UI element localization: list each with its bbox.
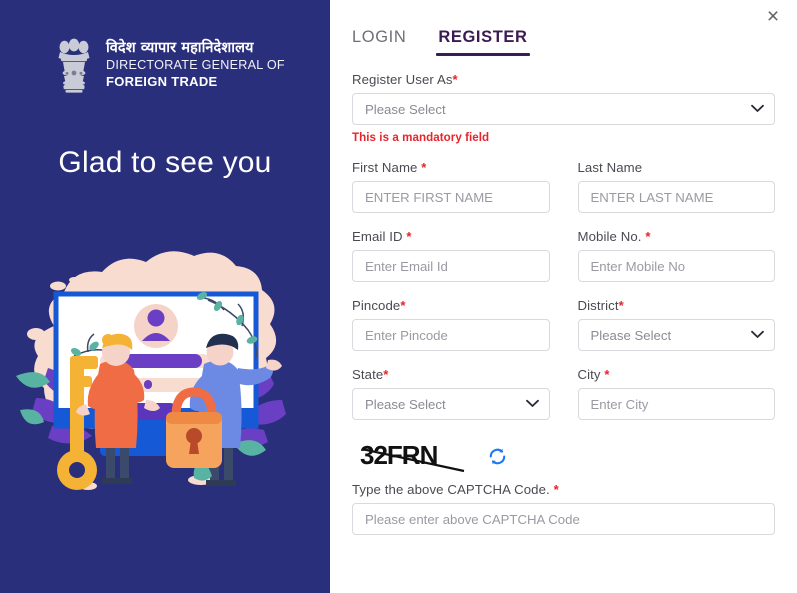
- login-security-illustration: [0, 248, 330, 498]
- tab-register[interactable]: REGISTER: [436, 28, 530, 56]
- register-user-as-label-text: Register User As: [352, 72, 453, 87]
- email-label-text: Email ID: [352, 229, 403, 244]
- branding-panel: विदेश व्यापार महानिदेशालय DIRECTORATE GE…: [0, 0, 330, 593]
- state-label-text: State: [352, 367, 384, 382]
- mobile-label: Mobile No. *: [578, 229, 776, 244]
- pincode-district-row: Pincode* District* Please Select: [352, 298, 775, 351]
- mobile-label-text: Mobile No.: [577, 229, 642, 244]
- district-select[interactable]: Please Select: [577, 319, 775, 351]
- captcha-image: 32FRN: [360, 439, 472, 473]
- state-city-row: State* Please Select City *: [352, 367, 775, 420]
- last-name-input[interactable]: [577, 181, 775, 213]
- first-name-label: First Name *: [352, 160, 550, 175]
- pincode-input[interactable]: [352, 319, 550, 351]
- pincode-group: Pincode*: [352, 298, 550, 351]
- district-group: District* Please Select: [577, 298, 776, 351]
- required-marker: *: [406, 229, 412, 244]
- register-user-as-select[interactable]: Please Select: [352, 93, 775, 125]
- first-name-group: First Name *: [352, 160, 550, 213]
- email-input[interactable]: [352, 250, 550, 282]
- auth-tabs: LOGIN REGISTER: [352, 0, 775, 56]
- dgft-logo: विदेश व्यापार महानिदेशालय DIRECTORATE GE…: [52, 32, 285, 98]
- required-marker: *: [618, 298, 624, 313]
- captcha-code-group: Type the above CAPTCHA Code. *: [352, 482, 775, 535]
- required-marker: *: [604, 367, 610, 382]
- welcome-headline: Glad to see you: [58, 146, 272, 179]
- required-marker: *: [383, 367, 389, 382]
- email-label: Email ID *: [352, 229, 550, 244]
- required-marker: *: [452, 72, 458, 87]
- contact-row: Email ID * Mobile No. *: [352, 229, 775, 282]
- required-marker: *: [645, 229, 651, 244]
- ashoka-lion-capital-emblem-icon: [52, 32, 96, 98]
- mobile-group: Mobile No. *: [577, 229, 776, 282]
- name-row: First Name * Last Name: [352, 160, 775, 213]
- email-group: Email ID *: [352, 229, 550, 282]
- registration-modal: विदेश व्यापार महानिदेशालय DIRECTORATE GE…: [0, 0, 797, 593]
- register-user-as-error: This is a mandatory field: [352, 131, 490, 144]
- mobile-input[interactable]: [577, 250, 775, 282]
- captcha-label: Type the above CAPTCHA Code. *: [352, 482, 775, 497]
- state-group: State* Please Select: [352, 367, 550, 420]
- brand-line-2: FOREIGN TRADE: [106, 74, 218, 90]
- first-name-input[interactable]: [352, 181, 550, 213]
- required-marker: *: [400, 298, 406, 313]
- city-group: City *: [577, 367, 776, 420]
- captcha-input[interactable]: [352, 503, 775, 535]
- brand-hindi-title: विदेश व्यापार महानिदेशालय: [106, 40, 254, 57]
- district-label: District*: [578, 298, 776, 313]
- city-label-text: City: [577, 367, 601, 382]
- registration-form-panel: × LOGIN REGISTER Register User As* Pleas…: [330, 0, 797, 593]
- required-marker: *: [421, 160, 427, 175]
- refresh-captcha-icon[interactable]: [486, 445, 508, 467]
- state-label: State*: [352, 367, 550, 382]
- state-select[interactable]: Please Select: [352, 388, 550, 420]
- captcha-display-row: 32FRN: [352, 438, 775, 474]
- register-user-as-group: Register User As* Please Select This is …: [352, 72, 775, 144]
- pincode-label: Pincode*: [352, 298, 550, 313]
- last-name-group: Last Name: [577, 160, 775, 213]
- last-name-label: Last Name: [577, 160, 643, 175]
- first-name-label-text: First Name: [352, 160, 418, 175]
- city-label: City *: [578, 367, 776, 382]
- tab-login[interactable]: LOGIN: [352, 28, 406, 56]
- brand-line-1: DIRECTORATE GENERAL OF: [106, 58, 285, 73]
- district-label-text: District: [577, 298, 619, 313]
- captcha-label-text: Type the above CAPTCHA Code.: [352, 482, 550, 497]
- city-input[interactable]: [577, 388, 775, 420]
- pincode-label-text: Pincode: [352, 298, 401, 313]
- register-user-as-label: Register User As*: [352, 72, 775, 87]
- svg-text:32FRN: 32FRN: [360, 440, 438, 470]
- required-marker: *: [553, 482, 559, 497]
- close-icon[interactable]: ×: [759, 2, 787, 30]
